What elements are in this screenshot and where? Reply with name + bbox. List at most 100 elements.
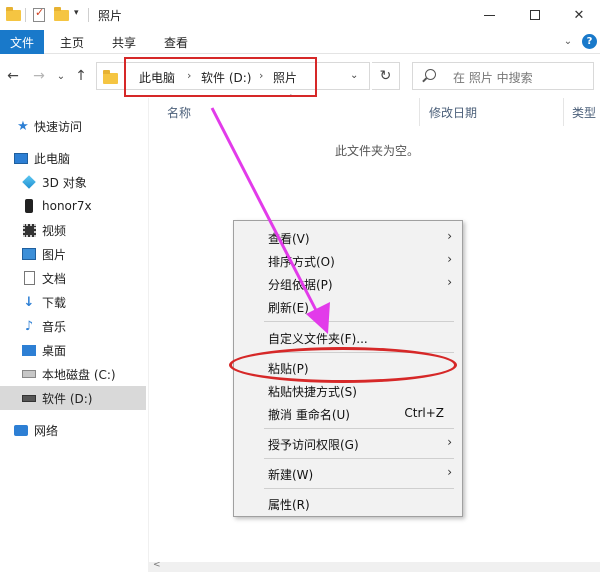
menu-item-properties[interactable]: 属性(R) bbox=[234, 492, 462, 514]
menu-item-customize-folder[interactable]: 自定义文件夹(F)... bbox=[234, 326, 462, 348]
minimize-icon bbox=[483, 14, 495, 16]
sidebar-item-desktop[interactable]: 桌面 bbox=[0, 338, 146, 362]
network-icon bbox=[14, 423, 28, 437]
menu-item-group-by[interactable]: 分组依据(P) › bbox=[234, 272, 462, 294]
breadcrumb-photos[interactable]: 照片 bbox=[273, 69, 297, 86]
maximize-button[interactable] bbox=[512, 0, 558, 30]
sidebar-item-label: 图片 bbox=[42, 247, 67, 262]
column-header-name[interactable]: 名称 bbox=[167, 104, 191, 121]
breadcrumb-separator-icon[interactable]: › bbox=[187, 69, 191, 82]
phone-icon bbox=[22, 199, 36, 213]
forward-arrow-icon[interactable]: → bbox=[30, 67, 48, 85]
sidebar-item-quick-access[interactable]: ★ 快速访问 bbox=[0, 114, 146, 138]
sidebar-item-network[interactable]: 网络 bbox=[0, 418, 146, 442]
context-menu: 查看(V) › 排序方式(O) › 分组依据(P) › 刷新(E) 自定义文件夹… bbox=[233, 220, 463, 517]
sidebar-item-label: 快速访问 bbox=[34, 119, 83, 134]
tab-file[interactable]: 文件 bbox=[0, 30, 44, 54]
menu-item-label: 属性(R) bbox=[268, 498, 310, 512]
new-folder-icon[interactable] bbox=[54, 0, 69, 30]
menu-item-sort-by[interactable]: 排序方式(O) › bbox=[234, 249, 462, 271]
menu-item-paste[interactable]: 粘贴(P) bbox=[234, 356, 462, 378]
drive-icon bbox=[22, 367, 36, 381]
star-icon: ★ bbox=[17, 118, 29, 134]
sidebar-item-pictures[interactable]: 图片 bbox=[0, 242, 146, 266]
menu-item-label: 自定义文件夹(F)... bbox=[268, 332, 368, 346]
desktop-icon bbox=[22, 343, 36, 357]
video-icon bbox=[22, 223, 36, 237]
sidebar-item-documents[interactable]: 文档 bbox=[0, 266, 146, 290]
menu-item-label: 查看(V) bbox=[268, 232, 310, 246]
document-icon bbox=[22, 271, 36, 285]
tab-share[interactable]: 共享 bbox=[112, 30, 136, 54]
menu-item-give-access[interactable]: 授予访问权限(G) › bbox=[234, 432, 462, 454]
column-header-modified-date[interactable]: 修改日期 bbox=[429, 104, 477, 121]
expand-ribbon-chevron-icon[interactable]: ⌄ bbox=[562, 35, 574, 47]
drive-icon bbox=[22, 391, 36, 405]
menu-item-label: 排序方式(O) bbox=[268, 255, 335, 269]
sidebar-item-local-disk-c[interactable]: 本地磁盘 (C:) bbox=[0, 362, 146, 386]
recent-locations-chevron-icon[interactable]: ⌄ bbox=[52, 67, 70, 85]
sidebar-item-label: 音乐 bbox=[42, 319, 67, 334]
menu-separator bbox=[264, 458, 454, 459]
properties-icon[interactable] bbox=[33, 0, 45, 30]
horizontal-scrollbar[interactable] bbox=[149, 560, 600, 572]
sidebar-item-label: 视频 bbox=[42, 223, 67, 238]
title-bar: ▾ 照片 ✕ bbox=[0, 0, 600, 30]
breadcrumb-separator-icon[interactable]: › bbox=[259, 69, 263, 82]
menu-separator bbox=[264, 352, 454, 353]
menu-item-label: 粘贴快捷方式(S) bbox=[268, 385, 357, 399]
menu-item-paste-shortcut[interactable]: 粘贴快捷方式(S) bbox=[234, 379, 462, 401]
menu-item-label: 粘贴(P) bbox=[268, 362, 309, 376]
help-icon[interactable]: ? bbox=[582, 34, 597, 49]
column-divider[interactable] bbox=[563, 98, 564, 126]
tab-home[interactable]: 主页 bbox=[60, 30, 84, 54]
empty-folder-message: 此文件夹为空。 bbox=[335, 144, 420, 158]
submenu-arrow-icon: › bbox=[447, 465, 452, 479]
address-bar[interactable]: 此电脑 › 软件 (D:) › 照片 bbox=[96, 62, 370, 90]
column-header-type[interactable]: 类型 bbox=[572, 104, 596, 121]
maximize-icon bbox=[530, 10, 540, 20]
sidebar-item-this-pc[interactable]: 此电脑 bbox=[0, 146, 146, 170]
column-divider[interactable] bbox=[419, 98, 420, 126]
window-title: 照片 bbox=[98, 9, 123, 23]
tab-view[interactable]: 查看 bbox=[164, 30, 188, 54]
search-icon bbox=[425, 69, 436, 80]
sidebar-item-label: 桌面 bbox=[42, 343, 67, 358]
submenu-arrow-icon: › bbox=[447, 229, 452, 243]
sidebar-item-downloads[interactable]: ↓ 下载 bbox=[0, 290, 146, 314]
sidebar-item-label: 下载 bbox=[42, 295, 67, 310]
menu-item-refresh[interactable]: 刷新(E) bbox=[234, 295, 462, 317]
sidebar-item-music[interactable]: ♪ 音乐 bbox=[0, 314, 146, 338]
quick-access-separator bbox=[25, 8, 26, 22]
sidebar-item-videos[interactable]: 视频 bbox=[0, 218, 146, 242]
sidebar-item-software-d[interactable]: 软件 (D:) bbox=[0, 386, 146, 410]
ribbon-tabs: 文件 主页 共享 查看 ⌄ ? bbox=[0, 30, 600, 54]
quick-access-folder-icon[interactable] bbox=[6, 0, 21, 30]
refresh-button[interactable]: ↻ bbox=[372, 62, 400, 90]
minimize-button[interactable] bbox=[466, 0, 512, 30]
address-folder-icon bbox=[103, 70, 118, 84]
computer-icon bbox=[14, 151, 28, 165]
up-arrow-icon[interactable]: ↑ bbox=[72, 67, 90, 85]
menu-separator bbox=[264, 428, 454, 429]
menu-item-shortcut: Ctrl+Z bbox=[404, 406, 444, 420]
sidebar-item-honor7x[interactable]: honor7x bbox=[0, 194, 146, 218]
navigation-pane: ★ 快速访问 此电脑 3D 对象 honor7x 视频 图片 文档 ↓ 下载 ♪… bbox=[0, 98, 148, 572]
sidebar-item-3d-objects[interactable]: 3D 对象 bbox=[0, 170, 146, 194]
sort-ascending-icon: ^ bbox=[287, 94, 295, 104]
customize-toolbar-chevron-icon[interactable]: ▾ bbox=[74, 8, 79, 18]
sidebar-item-label: 文档 bbox=[42, 271, 67, 286]
sidebar-item-label: 3D 对象 bbox=[42, 175, 87, 190]
menu-item-view[interactable]: 查看(V) › bbox=[234, 226, 462, 248]
address-history-chevron-icon[interactable]: ⌄ bbox=[350, 70, 358, 81]
back-arrow-icon[interactable]: ← bbox=[4, 67, 22, 85]
breadcrumb-drive-d[interactable]: 软件 (D:) bbox=[201, 69, 251, 86]
breadcrumb-this-pc[interactable]: 此电脑 bbox=[139, 69, 175, 86]
menu-item-undo-rename[interactable]: 撤消 重命名(U) Ctrl+Z bbox=[234, 402, 462, 424]
search-box[interactable]: 在 照片 中搜索 bbox=[412, 62, 594, 90]
music-icon: ♪ bbox=[24, 318, 34, 334]
refresh-icon: ↻ bbox=[379, 68, 392, 84]
search-placeholder: 在 照片 中搜索 bbox=[453, 71, 533, 85]
close-button[interactable]: ✕ bbox=[556, 0, 600, 30]
menu-item-new[interactable]: 新建(W) › bbox=[234, 462, 462, 484]
